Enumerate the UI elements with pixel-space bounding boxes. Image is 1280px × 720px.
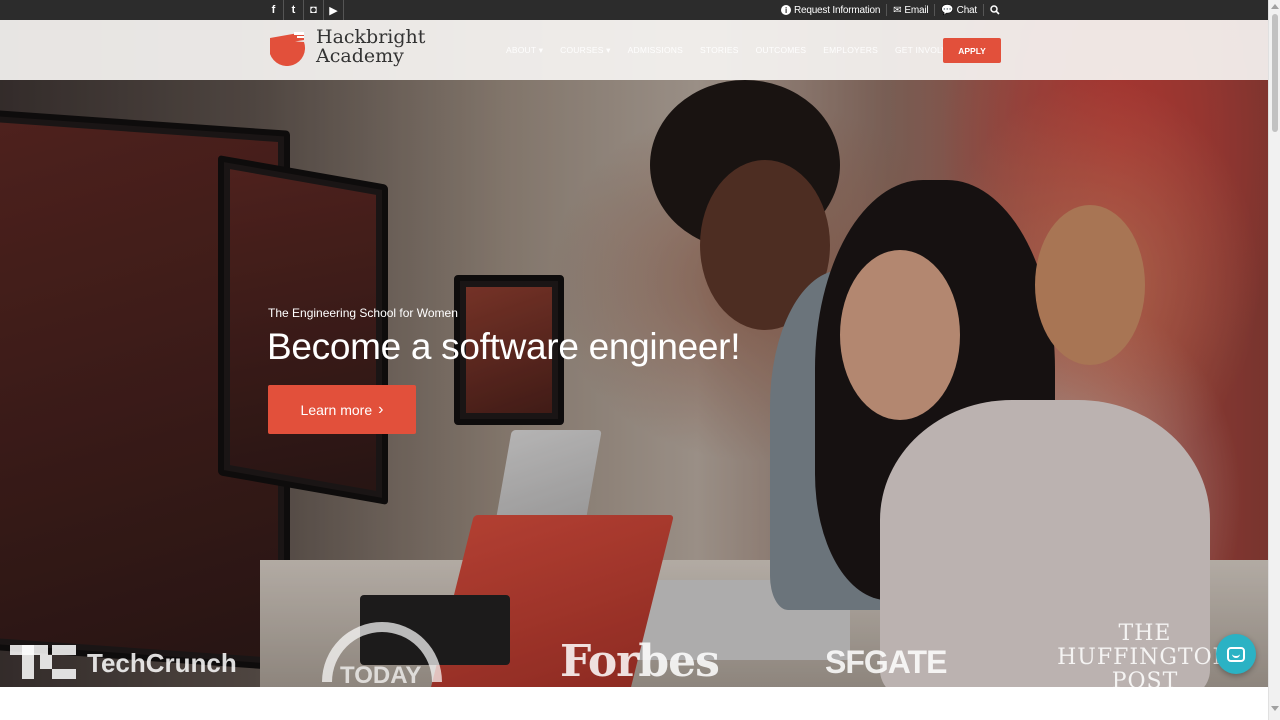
chat-label: Chat bbox=[956, 4, 978, 16]
page-scrollbar[interactable] bbox=[1268, 0, 1280, 720]
huffington-line-1: THE bbox=[1118, 621, 1172, 646]
logo-wordmark: Hackbright Academy bbox=[316, 28, 425, 66]
techcrunch-logo: TechCrunch bbox=[87, 648, 237, 678]
hackbright-logo-icon bbox=[270, 32, 306, 66]
sfgate-logo: SFGATE bbox=[825, 644, 947, 680]
chat-widget-button[interactable] bbox=[1216, 634, 1256, 674]
email-link[interactable]: ✉ Email bbox=[887, 4, 936, 16]
main-navigation: ABOUT ▾ COURSES ▾ ADMISSIONS STORIES OUT… bbox=[506, 20, 983, 80]
nav-outcomes[interactable]: OUTCOMES bbox=[756, 45, 807, 55]
scroll-up-arrow-icon[interactable] bbox=[1271, 4, 1279, 9]
huffington-line-2: HUFFINGTON bbox=[1057, 645, 1233, 670]
twitter-icon[interactable]: t bbox=[284, 0, 304, 20]
chat-icon: 💬 bbox=[941, 4, 954, 16]
hero-eyebrow: The Engineering School for Women bbox=[268, 306, 458, 320]
utility-links: i Request Information ✉ Email 💬 Chat bbox=[775, 0, 1006, 20]
huffington-post-logo: THE HUFFINGTON POST bbox=[1050, 622, 1240, 694]
chevron-right-icon: › bbox=[378, 400, 384, 418]
nav-admissions[interactable]: ADMISSIONS bbox=[628, 45, 683, 55]
chat-widget-icon bbox=[1227, 646, 1245, 662]
learn-more-label: Learn more bbox=[300, 401, 373, 418]
logo-line-2: Academy bbox=[316, 45, 404, 67]
social-links: f t ◘ ▶ bbox=[264, 0, 344, 20]
hackbright-logo[interactable]: Hackbright Academy bbox=[268, 28, 425, 66]
email-label: Email bbox=[904, 4, 929, 16]
search-icon bbox=[990, 5, 1000, 15]
site-header: Hackbright Academy ABOUT ▾ COURSES ▾ ADM… bbox=[0, 20, 1268, 80]
request-information-link[interactable]: i Request Information bbox=[775, 4, 888, 16]
info-icon: i bbox=[780, 5, 791, 15]
scroll-thumb[interactable] bbox=[1272, 14, 1278, 132]
search-button[interactable] bbox=[984, 4, 1006, 16]
nav-stories[interactable]: STORIES bbox=[700, 45, 739, 55]
forbes-logo: Forbes bbox=[560, 636, 720, 687]
envelope-icon: ✉ bbox=[893, 4, 902, 16]
nav-courses[interactable]: COURSES ▾ bbox=[560, 45, 610, 56]
nav-employers[interactable]: EMPLOYERS bbox=[823, 45, 878, 55]
nav-about[interactable]: ABOUT ▾ bbox=[506, 45, 543, 56]
youtube-icon[interactable]: ▶ bbox=[324, 0, 344, 20]
learn-more-button[interactable]: Learn more › bbox=[268, 385, 416, 434]
hero-headline: Become a software engineer! bbox=[267, 326, 741, 367]
today-logo: TODAY bbox=[340, 662, 422, 689]
facebook-icon[interactable]: f bbox=[264, 0, 284, 20]
page-below-fold bbox=[0, 687, 1268, 720]
instagram-icon[interactable]: ◘ bbox=[304, 0, 324, 20]
scroll-down-arrow-icon[interactable] bbox=[1271, 706, 1279, 711]
request-information-label: Request Information bbox=[793, 4, 881, 16]
top-utility-bar: f t ◘ ▶ i Request Information ✉ Email 💬 … bbox=[0, 0, 1268, 20]
apply-button[interactable]: APPLY bbox=[943, 38, 1001, 63]
chat-link[interactable]: 💬 Chat bbox=[935, 4, 984, 16]
techcrunch-logo-mark bbox=[10, 645, 76, 679]
